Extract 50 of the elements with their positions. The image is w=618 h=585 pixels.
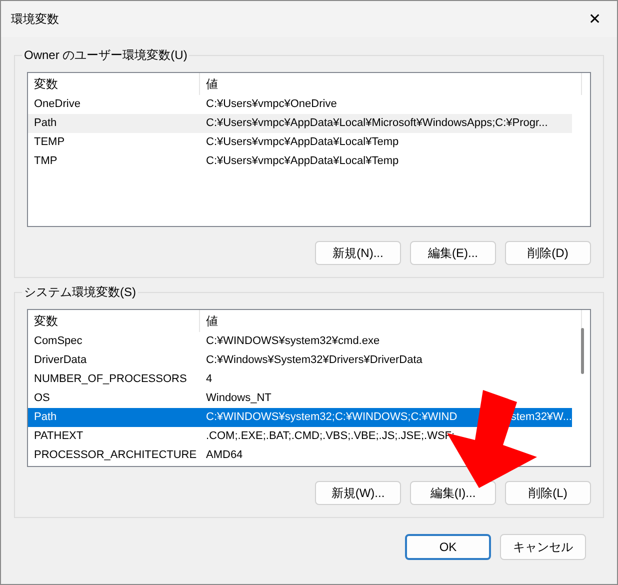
list-row[interactable]: ComSpec C:¥WINDOWS¥system32¥cmd.exe [28, 332, 572, 351]
list-row[interactable]: DriverData C:¥Windows¥System32¥Drivers¥DriverData [28, 351, 572, 370]
close-button[interactable]: ✕ [573, 4, 617, 34]
list-row[interactable]: OS Windows_NT [28, 389, 572, 408]
table-cell-text: AMD64 [205, 448, 243, 463]
table-cell-text: TEMP [33, 135, 66, 150]
variable-list[interactable]: 変数 値 OneDrive C:¥Users¥vmpc¥OneDrive Path C:¥Users¥vmpc¥AppData¥Local¥Microsoft¥WindowsApps;C:¥Progr... TEMP C:¥Users¥vmpc¥AppData¥Local¥Temp TMP C:¥Users¥vmpc¥AppData¥Local¥Temp [27, 72, 591, 227]
table-cell-text: OneDrive [33, 97, 82, 112]
list-row[interactable]: NUMBER_OF_PROCESSORS 4 [28, 370, 572, 389]
column-header[interactable]: 変数 [28, 73, 200, 95]
table-cell-text: 4 [205, 372, 212, 387]
variable-list[interactable] [27, 309, 591, 467]
window-title: 環境変数 [11, 10, 59, 28]
list-row[interactable]: Path C:¥Users¥vmpc¥AppData¥Local¥Microsoft¥WindowsApps;C:¥Progr... [28, 114, 572, 133]
list-row[interactable]: TEMP C:¥Users¥vmpc¥AppData¥Local¥Temp [28, 133, 572, 152]
column-header[interactable]: 値 [200, 73, 582, 95]
scrollbar-thumb[interactable] [581, 328, 584, 374]
table-cell-text: ComSpec [33, 334, 84, 349]
table-cell-text: Windows_NT [205, 391, 272, 406]
table-cell-text: C:¥WINDOWS¥system32¥cmd.exe [205, 334, 380, 349]
column-header[interactable]: 変数 [28, 310, 200, 332]
dialog-button[interactable]: 削除(D) [505, 241, 591, 265]
list-row[interactable]: PROCESSOR_ARCHITECTURE AMD64 [28, 446, 572, 465]
table-cell-text: C:¥Users¥vmpc¥AppData¥Local¥Microsoft¥WindowsApps;C:¥Progr... [205, 116, 548, 131]
table-cell-text: Path [33, 410, 58, 425]
table-cell-text: C:¥Users¥vmpc¥AppData¥Local¥Temp [205, 154, 399, 169]
table-cell-text: NUMBER_OF_PROCESSORS [33, 372, 188, 387]
dialog-button[interactable]: 新規(N)... [315, 241, 401, 265]
dialog-button[interactable]: 新規(W)... [315, 481, 401, 505]
table-cell-text: C:¥Windows¥System32¥Drivers¥DriverData [205, 353, 422, 368]
table-cell-text: PATHEXT [33, 429, 84, 444]
list-row[interactable]: OneDrive C:¥Users¥vmpc¥OneDrive [28, 95, 572, 114]
list-row[interactable]: Path C:¥WINDOWS¥system32;C:¥WINDOWS;C:¥WIND stem32¥W... [28, 408, 572, 427]
dialog-button[interactable]: 削除(L) [505, 481, 591, 505]
table-cell-text: C:¥Users¥vmpc¥AppData¥Local¥Temp [205, 135, 399, 150]
table-cell-text: C:¥Users¥vmpc¥OneDrive [205, 97, 337, 112]
table-cell-text: TMP [33, 154, 58, 169]
table-cell-text: DriverData [33, 353, 88, 368]
group-label: システム環境変数(S) [22, 284, 138, 301]
cancel-button[interactable]: キャンセル [500, 534, 586, 560]
table-cell-text: OS [33, 391, 51, 406]
dialog-button[interactable]: 編集(I)... [410, 481, 496, 505]
table-cell-text: PROCESSOR_ARCHITECTURE [33, 448, 198, 463]
table-cell-text: Path [33, 116, 58, 131]
list-row[interactable]: TMP C:¥Users¥vmpc¥AppData¥Local¥Temp [28, 152, 572, 171]
table-cell-text: stem32¥W... [510, 410, 572, 425]
group-label: Owner のユーザー環境変数(U) [22, 47, 190, 64]
ok-button[interactable]: OK [405, 534, 491, 560]
dialog-button[interactable]: 編集(E)... [410, 241, 496, 265]
table-cell-text: C:¥WINDOWS¥system32;C:¥WINDOWS;C:¥WIND [205, 410, 458, 425]
